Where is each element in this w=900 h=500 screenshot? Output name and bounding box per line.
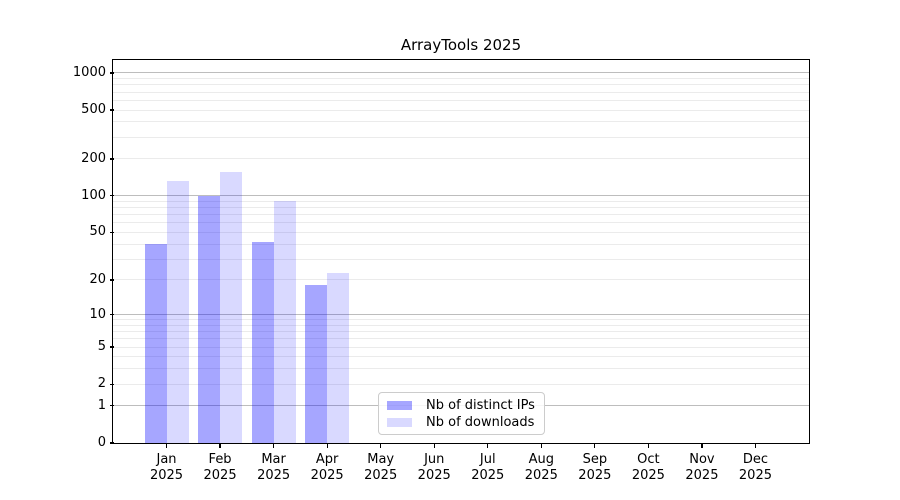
bar-apr-nb-of-downloads <box>327 272 350 443</box>
legend-swatch-nb-of-distinct-ips <box>387 401 412 410</box>
x-tick-nov <box>701 444 703 448</box>
y-tick-label-1000: 1000 <box>72 64 106 80</box>
bar-jan-nb-of-distinct-ips <box>144 244 167 443</box>
x-tick-month-dec: Dec <box>742 452 769 467</box>
y-tick-label-0: 0 <box>97 435 106 450</box>
bar-feb-nb-of-distinct-ips <box>198 195 221 443</box>
gridline-major-1000 <box>113 72 809 74</box>
y-tick-label-20: 20 <box>89 271 106 287</box>
gridline-minor-400 <box>113 121 809 123</box>
x-tick-label-dec: Dec 2025 <box>723 452 787 484</box>
x-tick-feb <box>219 444 221 448</box>
x-tick-jun <box>433 444 435 448</box>
legend-item-nb-of-downloads: Nb of downloads <box>379 414 544 431</box>
gridline-minor-300 <box>113 136 809 138</box>
y-tick-20 <box>109 279 114 281</box>
x-tick-jul <box>487 444 489 448</box>
legend-swatch-nb-of-downloads <box>387 418 412 427</box>
x-tick-aug <box>540 444 542 448</box>
plot-area <box>113 60 809 443</box>
bar-mar-nb-of-distinct-ips <box>251 241 274 443</box>
x-tick-mar <box>273 444 275 448</box>
y-tick-0 <box>109 442 114 444</box>
legend: Nb of distinct IPs Nb of downloads <box>378 392 545 435</box>
x-tick-apr <box>326 444 328 448</box>
bar-mar-nb-of-downloads <box>273 201 296 443</box>
x-tick-may <box>380 444 382 448</box>
y-tick-500 <box>109 109 114 111</box>
bar-apr-nb-of-distinct-ips <box>305 285 328 443</box>
x-tick-year-dec: 2025 <box>738 468 772 483</box>
y-tick-50 <box>109 231 114 233</box>
gridline-minor-600 <box>113 99 809 101</box>
y-tick-100 <box>109 195 114 197</box>
legend-label-nb-of-downloads: Nb of downloads <box>426 415 535 430</box>
y-tick-label-1: 1 <box>97 397 106 413</box>
y-tick-label-500: 500 <box>81 102 106 118</box>
bar-jan-nb-of-downloads <box>166 181 189 443</box>
legend-label-nb-of-distinct-ips: Nb of distinct IPs <box>426 398 535 413</box>
gridline-minor-200 <box>113 158 809 160</box>
gridline-minor-800 <box>113 84 809 86</box>
y-tick-label-2: 2 <box>97 376 106 392</box>
y-tick-200 <box>109 158 114 160</box>
y-tick-1 <box>109 405 114 407</box>
legend-item-nb-of-distinct-ips: Nb of distinct IPs <box>379 397 544 414</box>
x-tick-oct <box>647 444 649 448</box>
bar-feb-nb-of-downloads <box>220 171 243 443</box>
y-tick-label-10: 10 <box>89 306 106 322</box>
figure: ArrayTools 2025 0 1 2 5 10 20 50 100 200 500 1000 … <box>0 0 900 500</box>
gridline-minor-500 <box>113 109 809 111</box>
x-tick-sep <box>594 444 596 448</box>
gridline-minor-700 <box>113 91 809 93</box>
y-tick-label-50: 50 <box>89 224 106 240</box>
y-tick-label-100: 100 <box>81 187 106 203</box>
x-tick-dec <box>754 444 757 448</box>
y-tick-2 <box>109 383 114 385</box>
chart-title: ArrayTools 2025 <box>400 36 522 54</box>
y-tick-label-200: 200 <box>81 150 106 166</box>
y-tick-label-5: 5 <box>97 339 106 355</box>
y-tick-10 <box>109 313 114 316</box>
gridline-minor-900 <box>113 78 809 80</box>
y-tick-1000 <box>109 72 114 74</box>
x-tick-jan <box>165 444 168 448</box>
y-tick-5 <box>109 346 114 348</box>
